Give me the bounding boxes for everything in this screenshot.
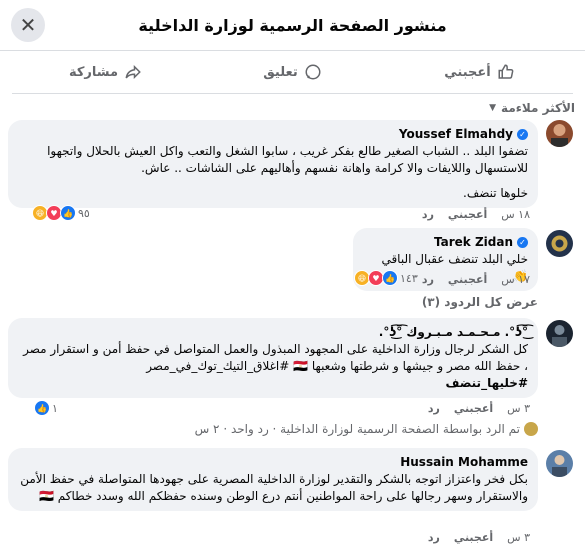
comment-label: تعليق — [263, 64, 298, 80]
hashtag[interactable]: #خليها_تنضف — [18, 375, 528, 392]
reaction-summary[interactable]: 👍 ١ — [34, 400, 58, 416]
like-link[interactable]: أعجبني — [454, 531, 493, 544]
like-link[interactable]: أعجبني — [454, 402, 493, 415]
view-all-replies[interactable]: عرض كل الردود (٣) — [422, 295, 538, 309]
like-label: أعجبني — [444, 64, 491, 80]
like-button[interactable]: أعجبني — [386, 63, 573, 81]
avatar[interactable] — [546, 450, 573, 477]
page-reply-text: تم الرد بواسطة الصفحة الرسمية لوزارة الد… — [194, 422, 520, 436]
avatar[interactable] — [546, 230, 573, 257]
comment-text: كل الشكر لرجال وزارة الداخلية على المجهو… — [23, 342, 528, 373]
comment-icon — [305, 64, 321, 80]
comment-time[interactable]: ١٧ س — [501, 273, 530, 286]
comment-author[interactable]: ͡°͜ʖ͡°. مـحـمـد مـبـروك ͡°͜ʖ͡°. — [18, 324, 528, 341]
comment-meta: ١٨ س أعجبني رد — [422, 208, 530, 221]
comment-text: تضفوا البلد .. الشباب الصغير طالع بفكر غ… — [47, 144, 528, 175]
comment-bubble: ͡°͜ʖ͡°. مـحـمـد مـبـروك ͡°͜ʖ͡°. كل الشكر… — [8, 318, 538, 398]
share-button[interactable]: مشاركة — [12, 63, 199, 81]
verified-icon: ✓ — [517, 129, 528, 140]
avatar[interactable] — [546, 120, 573, 147]
share-icon — [125, 64, 141, 80]
reply-link[interactable]: رد — [422, 208, 434, 221]
close-button[interactable]: ✕ — [11, 8, 45, 42]
comment-meta: ٣ س أعجبني رد — [428, 531, 530, 544]
like-icon: 👍 — [382, 270, 398, 286]
reply-link[interactable]: رد — [428, 531, 440, 544]
comment-author[interactable]: Hussain Mohamme — [18, 454, 528, 471]
like-link[interactable]: أعجبني — [448, 208, 487, 221]
like-link[interactable]: أعجبني — [448, 273, 487, 286]
page-reply-link[interactable]: تم الرد بواسطة الصفحة الرسمية لوزارة الد… — [195, 422, 538, 436]
verified-icon: ✓ — [517, 237, 528, 248]
sort-label: الأكثر ملاءمة — [501, 101, 575, 115]
comment-author[interactable]: ✓ Tarek Zidan — [363, 234, 528, 251]
reaction-count: ١ — [52, 401, 58, 415]
page-avatar-icon — [524, 422, 538, 436]
comment-author[interactable]: ✓ Youssef Elmahdy — [18, 126, 528, 143]
reaction-count: ٩٥ — [78, 206, 90, 220]
reply-link[interactable]: رد — [422, 273, 434, 286]
comment-bubble: ✓ Youssef Elmahdy تضفوا البلد .. الشباب ا… — [8, 120, 538, 208]
comment-meta: ١٧ س أعجبني رد — [422, 273, 530, 286]
sort-dropdown[interactable]: الأكثر ملاءمة ▼ — [0, 94, 585, 122]
thumbs-up-icon — [498, 64, 514, 79]
reaction-summary[interactable]: 😆 ♥ 👍 ١٤٣ — [354, 270, 418, 286]
caret-down-icon: ▼ — [489, 103, 497, 113]
like-icon: 👍 — [34, 400, 50, 416]
comment-button[interactable]: تعليق — [199, 63, 386, 81]
post-header: منشور الصفحة الرسمية لوزارة الداخلية ✕ — [0, 0, 585, 51]
page-title: منشور الصفحة الرسمية لوزارة الداخلية — [138, 15, 447, 35]
avatar[interactable] — [546, 320, 573, 347]
comment-time[interactable]: ١٨ س — [501, 208, 530, 221]
comment-time[interactable]: ٣ س — [507, 402, 530, 415]
reply-link[interactable]: رد — [428, 402, 440, 415]
comment-meta: ٣ س أعجبني رد — [428, 402, 530, 415]
post-actions: أعجبني تعليق مشاركة — [12, 51, 573, 94]
reaction-summary[interactable]: 😆 ♥ 👍 ٩٥ — [32, 205, 90, 221]
like-icon: 👍 — [60, 205, 76, 221]
comment-bubble: Hussain Mohamme بكل فخر واعتزاز اتوجه با… — [8, 448, 538, 511]
close-icon[interactable]: ✕ — [20, 13, 37, 37]
comment-text: خلوها تنضف. — [463, 186, 528, 200]
comment-time[interactable]: ٣ س — [507, 531, 530, 544]
reaction-count: ١٤٣ — [400, 271, 418, 285]
share-label: مشاركة — [68, 64, 119, 80]
comment-text: بكل فخر واعتزاز اتوجه بالشكر والتقدير لو… — [20, 472, 528, 503]
